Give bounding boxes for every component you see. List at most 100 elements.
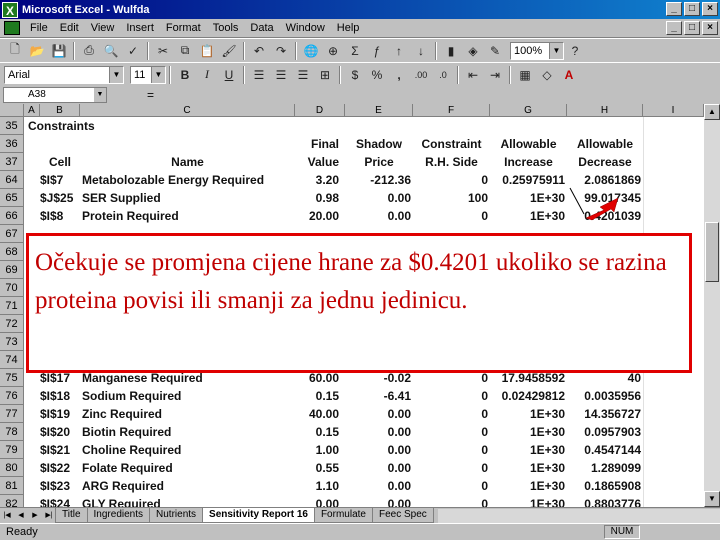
column-header-d[interactable]: D xyxy=(295,104,345,117)
tab-formulate[interactable]: Formulate xyxy=(313,508,373,523)
doc-close-button[interactable]: × xyxy=(702,21,718,35)
final-value[interactable]: 0.00 xyxy=(295,495,339,507)
menu-view[interactable]: View xyxy=(85,22,121,34)
italic-icon[interactable]: I xyxy=(196,65,218,85)
row-header[interactable]: 77 xyxy=(0,405,24,423)
shadow-price[interactable]: 0.00 xyxy=(345,477,411,495)
constraint-name[interactable]: GLY Required xyxy=(82,495,295,507)
allowable-increase[interactable]: 0.25975911 xyxy=(490,171,565,189)
minimize-button[interactable]: _ xyxy=(666,2,682,16)
cell-ref[interactable]: $I$22 xyxy=(40,459,84,477)
column-header-a[interactable]: A xyxy=(24,104,40,117)
row-header[interactable]: 73 xyxy=(0,333,24,351)
final-value[interactable]: 3.20 xyxy=(295,171,339,189)
row-header[interactable]: 66 xyxy=(0,207,24,225)
allowable-increase[interactable]: 0.02429812 xyxy=(490,387,565,405)
increase-decimal-icon[interactable]: .00 xyxy=(410,65,432,85)
map-icon[interactable]: ◈ xyxy=(462,41,484,61)
chart-wizard-icon[interactable]: ▮ xyxy=(440,41,462,61)
column-header-i[interactable]: I xyxy=(643,104,704,117)
row-header[interactable]: 64 xyxy=(0,171,24,189)
cell-ref[interactable]: $I$20 xyxy=(40,423,84,441)
scroll-up-icon[interactable]: ▲ xyxy=(704,104,720,120)
hyperlink-icon[interactable]: 🌐 xyxy=(300,41,322,61)
format-painter-icon[interactable]: 🖌 xyxy=(218,41,240,61)
rhs-value[interactable]: 0 xyxy=(413,441,488,459)
cut-icon[interactable]: ✂ xyxy=(152,41,174,61)
shadow-price[interactable]: -6.41 xyxy=(345,387,411,405)
column-header-b[interactable]: B xyxy=(40,104,80,117)
vertical-scrollbar[interactable]: ▲ ▼ xyxy=(704,104,720,507)
row-header[interactable]: 71 xyxy=(0,297,24,315)
constraint-name[interactable]: Metabolozable Energy Required xyxy=(82,171,295,189)
shadow-price[interactable]: -212.36 xyxy=(345,171,411,189)
rhs-value[interactable]: 0 xyxy=(413,405,488,423)
cell-ref[interactable]: $I$24 xyxy=(40,495,84,507)
next-sheet-icon[interactable]: ▶ xyxy=(28,509,42,523)
rhs-value[interactable]: 0 xyxy=(413,459,488,477)
row-header[interactable]: 82 xyxy=(0,495,24,507)
allowable-increase[interactable]: 1E+30 xyxy=(490,189,565,207)
final-value[interactable]: 0.15 xyxy=(295,423,339,441)
shadow-price[interactable]: 0.00 xyxy=(345,405,411,423)
column-header-e[interactable]: E xyxy=(345,104,413,117)
column-header-g[interactable]: G xyxy=(490,104,567,117)
constraint-name[interactable]: Zinc Required xyxy=(82,405,295,423)
row-header[interactable]: 68 xyxy=(0,243,24,261)
font-color-icon[interactable]: A xyxy=(558,65,580,85)
column-header-h[interactable]: H xyxy=(567,104,643,117)
select-all-corner[interactable] xyxy=(0,104,24,117)
final-value[interactable]: 0.98 xyxy=(295,189,339,207)
doc-minimize-button[interactable]: _ xyxy=(666,21,682,35)
final-value[interactable]: 1.10 xyxy=(295,477,339,495)
paste-icon[interactable]: 📋 xyxy=(196,41,218,61)
column-header-f[interactable]: F xyxy=(413,104,490,117)
zoom-select[interactable]: 100% ▼ xyxy=(510,41,564,60)
rhs-value[interactable]: 100 xyxy=(413,189,488,207)
row-header[interactable]: 75 xyxy=(0,369,24,387)
menu-window[interactable]: Window xyxy=(280,22,331,34)
office-assistant-icon[interactable]: ? xyxy=(564,41,586,61)
allowable-decrease[interactable]: 0.1865908 xyxy=(567,477,641,495)
align-center-icon[interactable]: ☰ xyxy=(270,65,292,85)
row-header[interactable]: 74 xyxy=(0,351,24,369)
constraint-name[interactable]: Protein Required xyxy=(82,207,295,225)
tab-nutrients[interactable]: Nutrients xyxy=(149,508,204,523)
maximize-button[interactable]: □ xyxy=(684,2,700,16)
cell-ref[interactable]: $I$18 xyxy=(40,387,84,405)
final-value[interactable]: 1.00 xyxy=(295,441,339,459)
percent-icon[interactable]: % xyxy=(366,65,388,85)
menu-edit[interactable]: Edit xyxy=(54,22,85,34)
constraint-name[interactable]: SER Supplied xyxy=(82,189,295,207)
web-toolbar-icon[interactable]: ⊕ xyxy=(322,41,344,61)
allowable-increase[interactable]: 1E+30 xyxy=(490,423,565,441)
menu-file[interactable]: File xyxy=(24,22,54,34)
menu-tools[interactable]: Tools xyxy=(207,22,245,34)
underline-icon[interactable]: U xyxy=(218,65,240,85)
cell-ref[interactable]: $J$25 xyxy=(40,189,84,207)
align-left-icon[interactable]: ☰ xyxy=(248,65,270,85)
align-right-icon[interactable]: ☰ xyxy=(292,65,314,85)
shadow-price[interactable]: 0.00 xyxy=(345,189,411,207)
allowable-increase[interactable]: 1E+30 xyxy=(490,405,565,423)
first-sheet-icon[interactable]: |◀ xyxy=(0,509,14,523)
doc-restore-button[interactable]: □ xyxy=(684,21,700,35)
allowable-decrease[interactable]: 0.0035956 xyxy=(567,387,641,405)
allowable-decrease[interactable]: 1.289099 xyxy=(567,459,641,477)
row-header[interactable]: 36 xyxy=(0,135,24,153)
decrease-indent-icon[interactable]: ⇤ xyxy=(462,65,484,85)
drawing-icon[interactable]: ✎ xyxy=(484,41,506,61)
allowable-decrease[interactable]: 0.0957903 xyxy=(567,423,641,441)
allowable-increase[interactable]: 1E+30 xyxy=(490,477,565,495)
row-header[interactable]: 76 xyxy=(0,387,24,405)
rhs-value[interactable]: 0 xyxy=(413,423,488,441)
shadow-price[interactable]: 0.00 xyxy=(345,441,411,459)
cell-ref[interactable]: $I$19 xyxy=(40,405,84,423)
save-icon[interactable]: 💾 xyxy=(48,41,70,61)
row-header[interactable]: 79 xyxy=(0,441,24,459)
constraint-name[interactable]: Biotin Required xyxy=(82,423,295,441)
cell-ref[interactable]: $I$8 xyxy=(40,207,84,225)
new-icon[interactable]: 🗋 xyxy=(4,41,26,61)
row-header[interactable]: 70 xyxy=(0,279,24,297)
currency-icon[interactable]: $ xyxy=(344,65,366,85)
